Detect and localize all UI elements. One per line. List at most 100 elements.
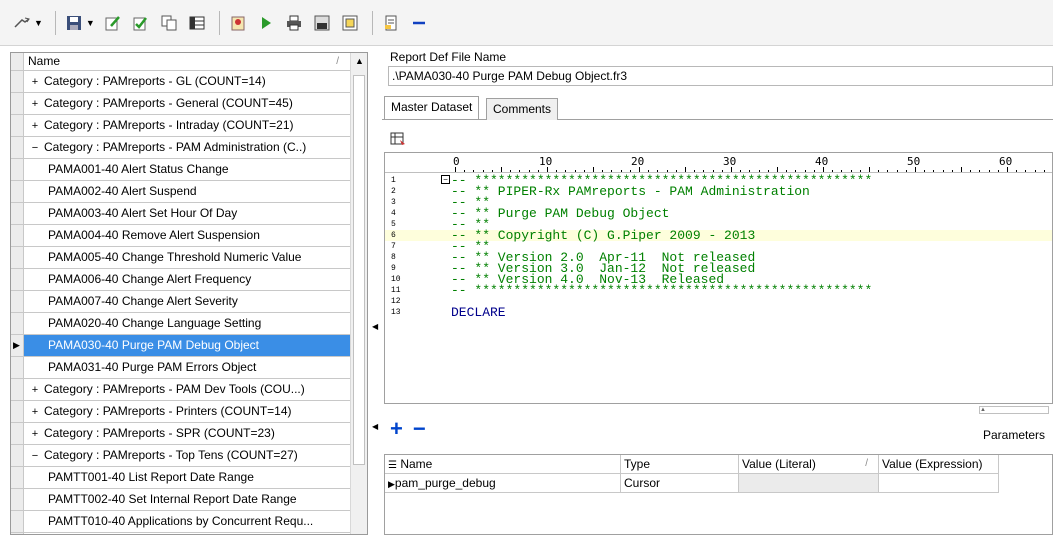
row-cell[interactable]: PAMA020-40 Change Language Setting xyxy=(24,313,351,334)
category-row[interactable]: + Category : PAMreports - Printers (COUNT… xyxy=(11,401,351,423)
row-cell[interactable]: PAMA030-40 Purge PAM Debug Object xyxy=(24,335,351,356)
row-cell[interactable]: PAMA001-40 Alert Status Change xyxy=(24,159,351,180)
copy-icon[interactable] xyxy=(157,11,181,35)
chevron-down-icon[interactable]: ▼ xyxy=(34,18,43,28)
row-cell[interactable]: + Category : PAMreports - GL (COUNT=14) xyxy=(24,71,351,92)
row-indicator[interactable] xyxy=(11,445,24,466)
minus-icon[interactable] xyxy=(407,11,431,35)
row-indicator[interactable] xyxy=(11,357,24,378)
sql-editor[interactable]: 0 10 20 30 40 50 60 − 1 -- ********************… xyxy=(384,152,1053,404)
row-indicator[interactable] xyxy=(11,511,24,532)
report-row[interactable]: PAMA005-40 Change Threshold Numeric Valu… xyxy=(11,247,351,269)
param-literal-cell[interactable] xyxy=(739,474,879,493)
row-indicator[interactable] xyxy=(11,247,24,268)
row-cell[interactable]: PAMA031-40 Purge PAM Errors Object xyxy=(24,357,351,378)
splitter-arrow-icon[interactable]: ◀ xyxy=(372,422,378,431)
edit-check-icon[interactable] xyxy=(129,11,153,35)
splitter-arrow-icon[interactable]: ◀ xyxy=(372,322,378,331)
row-indicator[interactable] xyxy=(11,71,24,92)
row-indicator[interactable] xyxy=(11,423,24,444)
row-cell[interactable]: + Category : PAMreports - Printers (COUNT… xyxy=(24,401,351,422)
tab-master-dataset[interactable]: Master Dataset xyxy=(384,96,480,119)
report-row[interactable]: PAMTT002-40 Set Internal Report Date Ran… xyxy=(11,489,351,511)
report-row[interactable]: PAMA002-40 Alert Suspend xyxy=(11,181,351,203)
row-cell[interactable]: PAMA002-40 Alert Suspend xyxy=(24,181,351,202)
code-line[interactable]: 13 DECLARE xyxy=(385,306,1052,319)
expand-icon[interactable]: + xyxy=(30,72,40,92)
import-icon[interactable] xyxy=(226,11,250,35)
row-indicator[interactable] xyxy=(11,489,24,510)
pin-icon[interactable] xyxy=(10,11,34,35)
scrollbar-thumb[interactable] xyxy=(353,75,365,465)
category-row[interactable]: + Category : PAMreports - SPR (COUNT=23) xyxy=(11,423,351,445)
panel-splitter[interactable]: ◀ ◀ xyxy=(370,52,380,535)
preview-icon[interactable] xyxy=(338,11,362,35)
code-line[interactable]: 11 -- ***********************************… xyxy=(385,284,1052,297)
category-row[interactable]: + Category : PAMreports - General (COUNT=… xyxy=(11,93,351,115)
report-row[interactable]: PAMA006-40 Change Alert Frequency xyxy=(11,269,351,291)
save-icon[interactable] xyxy=(62,11,86,35)
report-row[interactable]: PAMTT001-40 List Report Date Range xyxy=(11,467,351,489)
collapse-icon[interactable]: − xyxy=(30,138,40,158)
row-indicator[interactable]: ▶ xyxy=(11,335,24,356)
category-row[interactable]: + Category : PAMreports - GL (COUNT=14) xyxy=(11,71,351,93)
report-row[interactable]: PAMA001-40 Alert Status Change xyxy=(11,159,351,181)
report-row[interactable]: PAMA003-40 Alert Set Hour Of Day xyxy=(11,203,351,225)
export-icon[interactable] xyxy=(310,11,334,35)
param-name-header[interactable]: ☰ Name xyxy=(385,455,621,474)
row-cell[interactable]: PAMA003-40 Alert Set Hour Of Day xyxy=(24,203,351,224)
report-row[interactable]: PAMA031-40 Purge PAM Errors Object xyxy=(11,357,351,379)
row-cell[interactable]: PAMTT001-40 List Report Date Range xyxy=(24,467,351,488)
row-indicator[interactable] xyxy=(11,291,24,312)
dataset-config-icon[interactable] xyxy=(390,131,406,150)
row-indicator[interactable] xyxy=(11,115,24,136)
row-indicator[interactable] xyxy=(11,313,24,334)
report-row[interactable]: PAMTT010-40 Applications by Concurrent R… xyxy=(11,511,351,533)
row-cell[interactable]: PAMTT010-40 Applications by Concurrent R… xyxy=(24,511,351,532)
category-row[interactable]: − Category : PAMreports - PAM Administrat… xyxy=(11,137,351,159)
row-cell[interactable]: PAMA006-40 Change Alert Frequency xyxy=(24,269,351,290)
name-column-header[interactable]: Name / xyxy=(24,53,351,70)
parameter-row[interactable]: ▶pam_purge_debug Cursor xyxy=(385,474,1052,493)
row-indicator[interactable] xyxy=(11,203,24,224)
expand-icon[interactable]: + xyxy=(30,116,40,136)
expand-icon[interactable]: + xyxy=(30,94,40,114)
row-cell[interactable]: − Category : PAMreports - Top Tens (COUNT… xyxy=(24,445,351,466)
expand-icon[interactable]: + xyxy=(30,380,40,400)
row-indicator[interactable] xyxy=(11,181,24,202)
row-cell[interactable]: + Category : PAMreports - General (COUNT=… xyxy=(24,93,351,114)
category-row[interactable]: − Category : PAMreports - Top Tens (COUNT… xyxy=(11,445,351,467)
print-icon[interactable] xyxy=(282,11,306,35)
row-indicator[interactable] xyxy=(11,93,24,114)
category-row[interactable]: + Category : PAMreports - Intraday (COUNT… xyxy=(11,115,351,137)
row-cell[interactable]: PAMA007-40 Change Alert Severity xyxy=(24,291,351,312)
report-def-file-field[interactable]: .\PAMA030-40 Purge PAM Debug Object.fr3 xyxy=(388,66,1053,86)
tree-vertical-scrollbar[interactable]: ▲ xyxy=(350,53,367,534)
row-cell[interactable]: PAMA004-40 Remove Alert Suspension xyxy=(24,225,351,246)
param-expression-header[interactable]: Value (Expression) xyxy=(879,455,999,474)
editor-horizontal-scrollbar[interactable]: ▲ ······································… xyxy=(979,406,1049,414)
run-icon[interactable] xyxy=(254,11,278,35)
chevron-down-icon[interactable]: ▼ xyxy=(86,18,95,28)
remove-parameter-button[interactable]: − xyxy=(413,416,436,441)
document-icon[interactable] xyxy=(379,11,403,35)
param-type-cell[interactable]: Cursor xyxy=(621,474,739,493)
grid-icon[interactable] xyxy=(185,11,209,35)
expand-icon[interactable]: + xyxy=(30,402,40,422)
row-indicator[interactable] xyxy=(11,137,24,158)
row-cell[interactable]: PAMA005-40 Change Threshold Numeric Valu… xyxy=(24,247,351,268)
row-cell[interactable]: + Category : PAMreports - PAM Dev Tools (… xyxy=(24,379,351,400)
row-cell[interactable]: + Category : PAMreports - SPR (COUNT=23) xyxy=(24,423,351,444)
row-indicator[interactable] xyxy=(11,379,24,400)
edit-icon[interactable] xyxy=(101,11,125,35)
row-indicator[interactable] xyxy=(11,269,24,290)
report-row[interactable]: PAMA020-40 Change Language Setting xyxy=(11,313,351,335)
collapse-icon[interactable]: − xyxy=(30,446,40,466)
row-cell[interactable]: − Category : PAMreports - PAM Administrat… xyxy=(24,137,351,158)
row-indicator[interactable] xyxy=(11,467,24,488)
category-row[interactable]: + Category : PAMreports - PAM Dev Tools (… xyxy=(11,379,351,401)
param-expression-cell[interactable] xyxy=(879,474,999,493)
report-row[interactable]: PAMA007-40 Change Alert Severity xyxy=(11,291,351,313)
param-name-cell[interactable]: ▶pam_purge_debug xyxy=(385,474,621,493)
param-type-header[interactable]: Type xyxy=(621,455,739,474)
